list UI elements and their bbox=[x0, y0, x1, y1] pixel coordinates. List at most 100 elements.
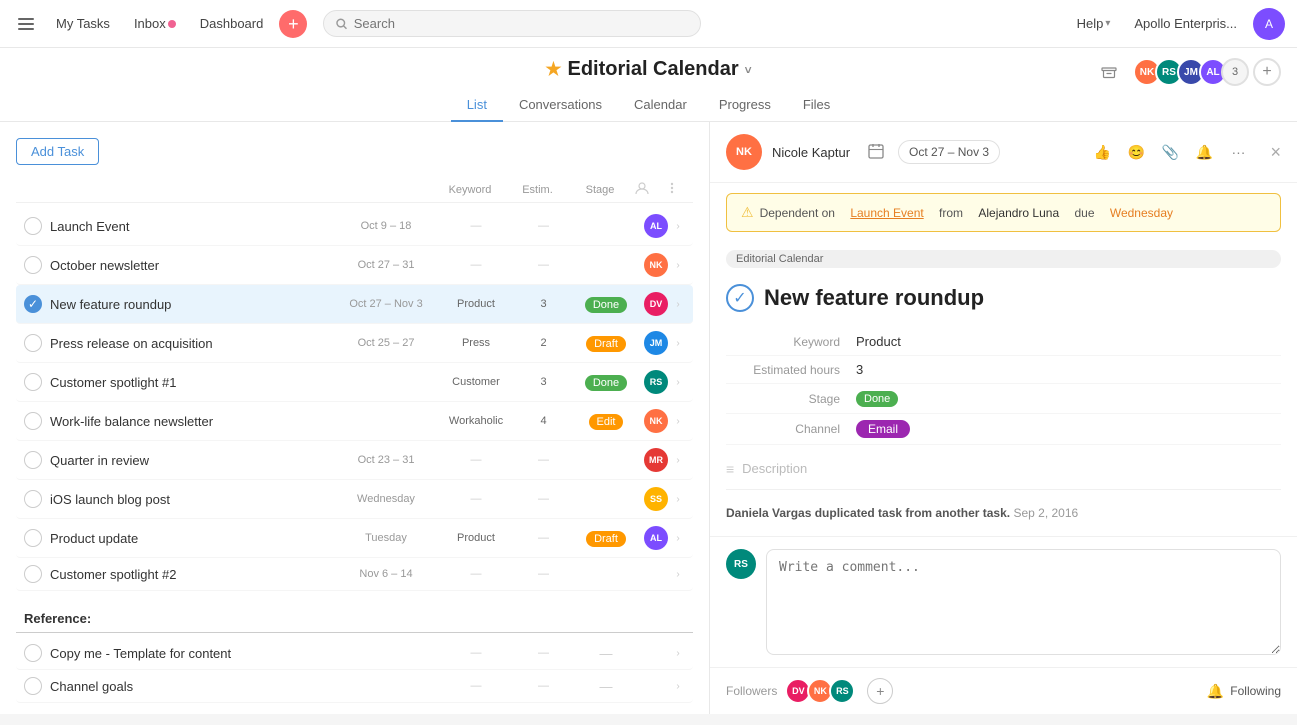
thumbs-up-icon[interactable]: 👍 bbox=[1088, 138, 1116, 166]
reaction-icon[interactable]: 😊 bbox=[1122, 138, 1150, 166]
task-row[interactable]: Customer spotlight #1 Customer 3 Done RS… bbox=[16, 363, 693, 402]
task-checkbox[interactable] bbox=[24, 529, 42, 547]
task-keyword: — bbox=[436, 493, 516, 505]
more-icon[interactable]: ··· bbox=[1224, 138, 1252, 166]
task-row[interactable]: Customer spotlight #2 Nov 6 – 14 — — › bbox=[16, 558, 693, 591]
following-button[interactable]: 🔔 Following bbox=[1207, 683, 1281, 700]
task-date: Wednesday bbox=[336, 493, 436, 505]
field-value-estim[interactable]: 3 bbox=[856, 362, 863, 377]
col-assign bbox=[635, 181, 665, 198]
task-estim: 2 bbox=[516, 337, 571, 349]
task-row[interactable]: Channel goals — — — › bbox=[16, 670, 693, 703]
member-count: 3 bbox=[1221, 58, 1249, 86]
task-checkbox[interactable] bbox=[24, 412, 42, 430]
field-value-stage[interactable]: Done bbox=[856, 390, 898, 407]
task-project-tag: Editorial Calendar bbox=[726, 250, 1281, 268]
project-star-icon: ★ bbox=[545, 59, 561, 80]
comment-input[interactable] bbox=[766, 549, 1281, 655]
col-estim: Estim. bbox=[510, 184, 565, 196]
task-list-panel: Add Task Keyword Estim. Stage Launch Eve… bbox=[0, 122, 710, 714]
task-keyword: — bbox=[436, 647, 516, 659]
task-row[interactable]: October newsletter Oct 27 – 31 — — NK › bbox=[16, 246, 693, 285]
tab-progress[interactable]: Progress bbox=[703, 89, 787, 122]
task-checkbox[interactable] bbox=[24, 256, 42, 274]
field-value-keyword[interactable]: Product bbox=[856, 334, 901, 349]
task-arrow: › bbox=[671, 648, 685, 659]
menu-icon[interactable] bbox=[12, 10, 40, 38]
task-stage: Done bbox=[571, 296, 641, 313]
field-label-estim: Estimated hours bbox=[726, 363, 856, 377]
search-bar[interactable] bbox=[323, 10, 701, 37]
task-row[interactable]: Quarter in review Oct 23 – 31 — — MR › bbox=[16, 441, 693, 480]
tab-calendar[interactable]: Calendar bbox=[618, 89, 703, 122]
task-checkbox[interactable] bbox=[24, 677, 42, 695]
task-row[interactable]: Work-life balance newsletter Workaholic … bbox=[16, 402, 693, 441]
enterprise-nav[interactable]: Apollo Enterpris... bbox=[1126, 12, 1245, 35]
task-estim: — bbox=[516, 532, 571, 544]
detail-assignee: Nicole Kaptur bbox=[772, 145, 850, 160]
field-label-keyword: Keyword bbox=[726, 335, 856, 349]
task-complete-check[interactable]: ✓ bbox=[726, 284, 754, 312]
detail-close[interactable]: × bbox=[1270, 142, 1281, 163]
task-row[interactable]: Launch Event Oct 9 – 18 — — AL › bbox=[16, 207, 693, 246]
col-stage: Stage bbox=[565, 184, 635, 196]
tab-files[interactable]: Files bbox=[787, 89, 846, 122]
task-row[interactable]: Copy me - Template for content — — — › bbox=[16, 637, 693, 670]
dependency-link[interactable]: Launch Event bbox=[850, 206, 923, 220]
field-value-channel[interactable]: Email bbox=[856, 420, 910, 438]
member-add-btn[interactable]: + bbox=[1253, 58, 1281, 86]
task-stage: Draft bbox=[571, 335, 641, 352]
help-nav[interactable]: Help ▾ bbox=[1069, 12, 1119, 35]
bell-icon: 🔔 bbox=[1207, 683, 1224, 700]
field-row-stage: Stage Done bbox=[726, 384, 1281, 414]
task-checkbox[interactable] bbox=[24, 644, 42, 662]
attachment-icon[interactable]: 📎 bbox=[1156, 138, 1184, 166]
task-row[interactable]: Press release on acquisition Oct 25 – 27… bbox=[16, 324, 693, 363]
task-checkbox[interactable] bbox=[24, 451, 42, 469]
task-checkbox[interactable] bbox=[24, 334, 42, 352]
task-keyword: — bbox=[436, 568, 516, 580]
task-detail-panel: NK Nicole Kaptur Oct 27 – Nov 3 👍 😊 📎 🔔 … bbox=[710, 122, 1297, 714]
dashboard-nav[interactable]: Dashboard bbox=[192, 12, 272, 35]
task-checkbox[interactable]: ✓ bbox=[24, 295, 42, 313]
inbox-nav[interactable]: Inbox bbox=[126, 12, 184, 35]
task-checkbox[interactable] bbox=[24, 565, 42, 583]
task-row[interactable]: iOS launch blog post Wednesday — — SS › bbox=[16, 480, 693, 519]
task-checkbox[interactable] bbox=[24, 490, 42, 508]
field-label-stage: Stage bbox=[726, 392, 856, 406]
tab-list[interactable]: List bbox=[451, 89, 503, 122]
task-name: New feature roundup bbox=[50, 297, 336, 312]
add-task-button[interactable]: Add Task bbox=[16, 138, 99, 165]
task-keyword: — bbox=[436, 220, 516, 232]
task-stage: — bbox=[571, 679, 641, 694]
tab-conversations[interactable]: Conversations bbox=[503, 89, 618, 122]
description-icon: ≡ bbox=[726, 461, 734, 477]
detail-action-icons: 👍 😊 📎 🔔 ··· bbox=[1088, 138, 1252, 166]
task-arrow: › bbox=[671, 260, 685, 271]
task-arrow: › bbox=[671, 569, 685, 580]
flag-icon[interactable]: 🔔 bbox=[1190, 138, 1218, 166]
task-checkbox[interactable] bbox=[24, 373, 42, 391]
project-action-archive[interactable] bbox=[1095, 58, 1123, 86]
task-title-row: ✓ New feature roundup bbox=[710, 276, 1297, 324]
task-checkbox[interactable] bbox=[24, 217, 42, 235]
project-dropdown-icon[interactable]: ˅ bbox=[745, 63, 752, 77]
follower-avatars: DV NK RS bbox=[785, 678, 855, 704]
task-keyword: Customer bbox=[436, 376, 516, 388]
col-settings[interactable] bbox=[665, 181, 685, 198]
search-input[interactable] bbox=[354, 16, 688, 31]
task-row[interactable]: Product update Tuesday Product — Draft A… bbox=[16, 519, 693, 558]
dependency-due: Wednesday bbox=[1110, 206, 1173, 220]
detail-date-range: Oct 27 – Nov 3 bbox=[898, 140, 1000, 164]
comment-area: RS bbox=[710, 536, 1297, 667]
task-name: Quarter in review bbox=[50, 453, 336, 468]
add-follower-button[interactable]: + bbox=[867, 678, 893, 704]
user-avatar[interactable]: A bbox=[1253, 8, 1285, 40]
my-tasks-nav[interactable]: My Tasks bbox=[48, 12, 118, 35]
detail-calendar-icon[interactable] bbox=[868, 143, 884, 162]
task-row-selected[interactable]: ✓ New feature roundup Oct 27 – Nov 3 Pro… bbox=[16, 285, 693, 324]
add-button[interactable]: + bbox=[279, 10, 307, 38]
follower-avatar-3: RS bbox=[829, 678, 855, 704]
task-fields: Keyword Product Estimated hours 3 Stage … bbox=[710, 324, 1297, 449]
task-description[interactable]: ≡ Description bbox=[710, 449, 1297, 489]
